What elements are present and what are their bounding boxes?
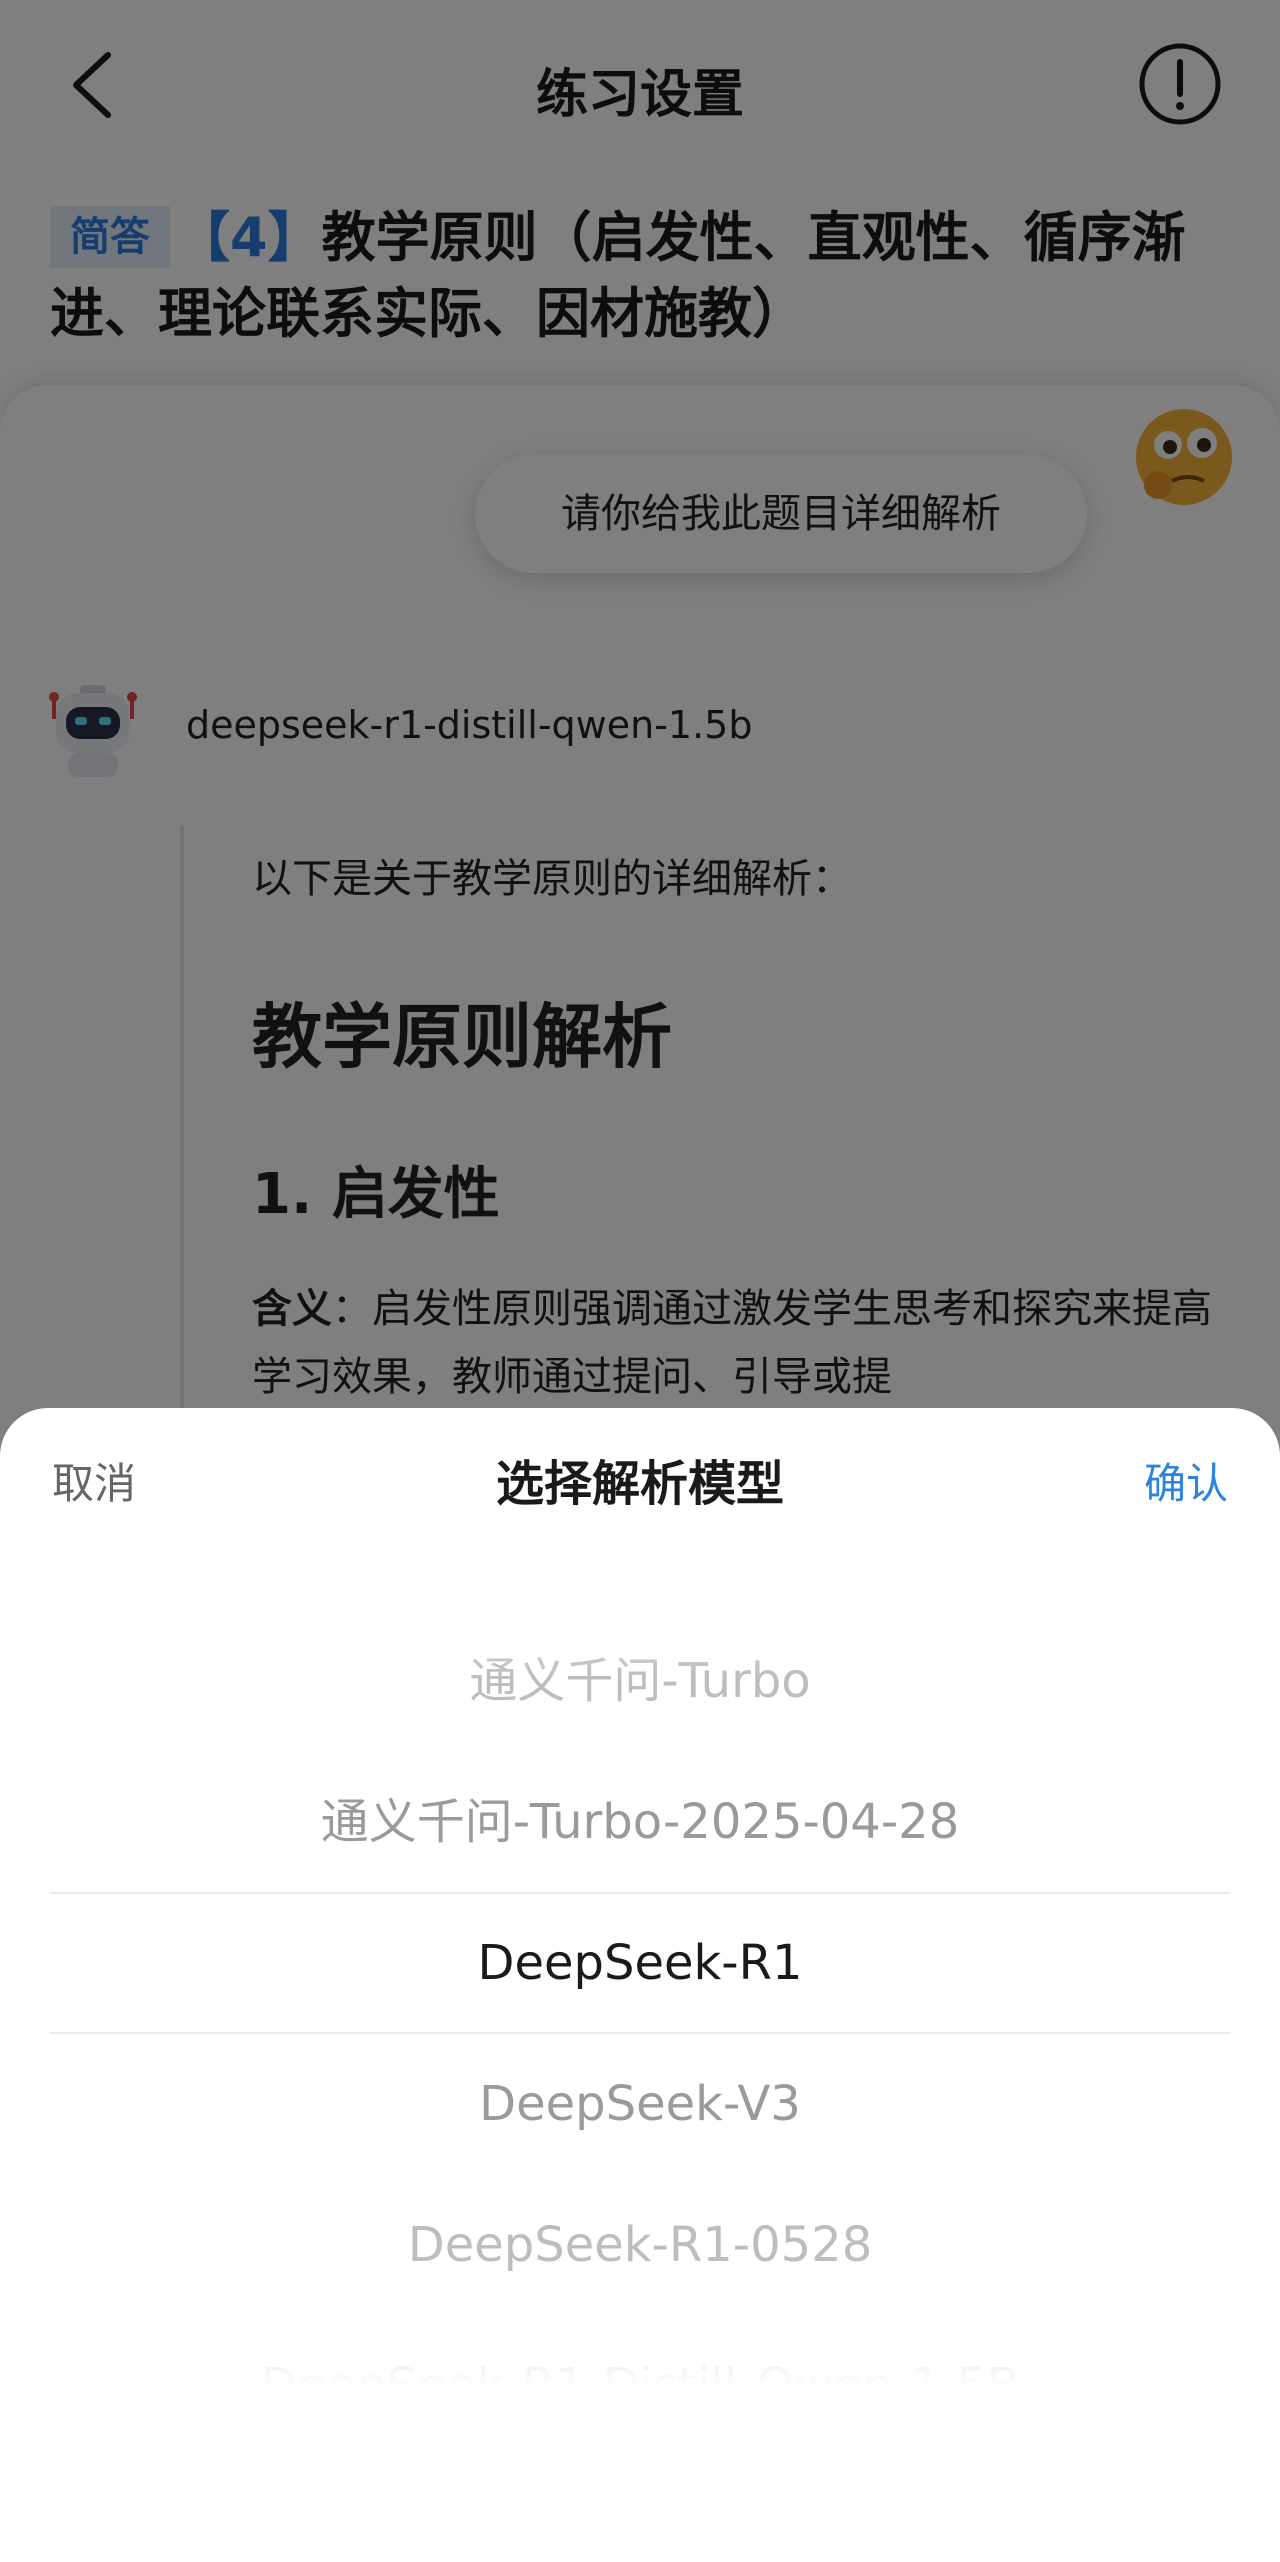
- sheet-title: 选择解析模型: [495, 1456, 784, 1512]
- picker-option[interactable]: 通义千问3-32B: [0, 1558, 1280, 1611]
- screen: 练习设置 简答【4】教学原则（启发性、直观性、循序渐进、理论联系实际、因材施教）…: [0, 0, 1280, 2562]
- picker-selection-line-top: [50, 1892, 1230, 1894]
- picker-option-selected[interactable]: DeepSeek-R1: [0, 1893, 1280, 2034]
- confirm-button[interactable]: 确认: [1144, 1444, 1228, 1524]
- picker-selection-line-bottom: [50, 2032, 1230, 2034]
- picker-option[interactable]: 通义千问-Turbo-2025-04-28: [0, 1752, 1280, 1893]
- picker-list: 通义千问3-32B 通义千问-Turbo 通义千问-Turbo-2025-04-…: [0, 1558, 1280, 2388]
- sheet-header: 取消 选择解析模型 确认: [0, 1408, 1280, 1558]
- picker-option[interactable]: DeepSeek-R1-0528: [0, 2175, 1280, 2316]
- model-picker-sheet: 取消 选择解析模型 确认 通义千问3-32B 通义千问-Turbo 通义千问-T…: [0, 1408, 1280, 2562]
- model-picker-wheel[interactable]: 通义千问3-32B 通义千问-Turbo 通义千问-Turbo-2025-04-…: [0, 1558, 1280, 2388]
- picker-option[interactable]: DeepSeek-V3: [0, 2034, 1280, 2175]
- picker-option[interactable]: DeepSeek-R1-Distill-Qwen-1.5B: [0, 2316, 1280, 2388]
- picker-option[interactable]: 通义千问-Turbo: [0, 1611, 1280, 1752]
